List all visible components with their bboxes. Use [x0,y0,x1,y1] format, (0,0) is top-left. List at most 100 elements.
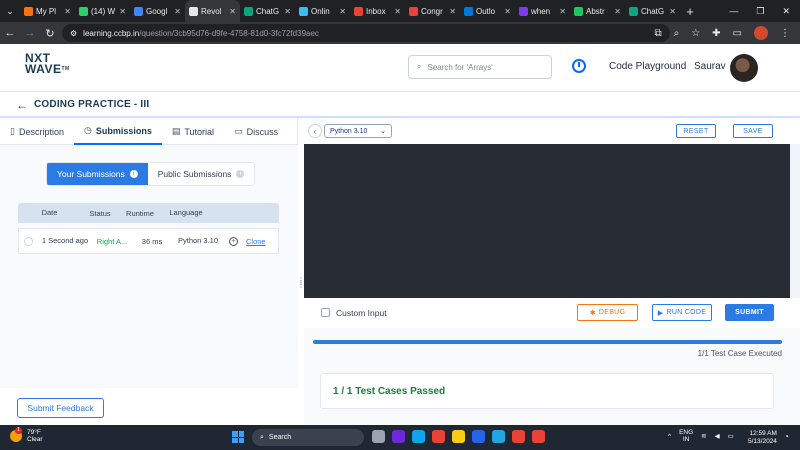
debug-button[interactable]: ✱ DEBUG [577,304,638,321]
tab-submissions[interactable]: ◷ Submissions [73,118,162,145]
back-arrow-icon[interactable]: ← [0,27,20,39]
extensions-icon[interactable]: ✚ [712,28,720,39]
custom-input-checkbox[interactable] [321,308,330,317]
tab-close-icon[interactable]: ✕ [284,7,291,16]
browser-tab[interactable]: Revol ✕ [185,0,240,22]
browser-tab[interactable]: ChatG ✕ [625,0,680,22]
browser-tab[interactable]: Onlin ✕ [295,0,350,22]
tab-close-icon[interactable]: ✕ [559,7,566,16]
sidebar-icon[interactable]: ▭ [733,28,742,39]
code-editor[interactable] [304,144,790,298]
tab-description[interactable]: ▯ Description [0,118,74,145]
your-submissions-button[interactable]: Your Submissions i [47,163,148,185]
volume-icon[interactable]: ◀ [715,432,720,440]
chevron-up-icon[interactable]: ^ [668,433,671,440]
info-icon: i [236,170,245,178]
clone-link[interactable]: Clone [246,237,266,246]
browser-tab[interactable]: Googl ✕ [130,0,185,22]
browser-tab[interactable]: Congr ✕ [405,0,460,22]
user-name[interactable]: Saurav [694,61,726,72]
minimize-icon[interactable]: — [729,6,738,16]
window-controls: — ❐ ✕ [729,0,800,22]
tab-favicon-icon [354,6,363,16]
save-button[interactable]: SAVE [733,124,773,138]
weather-widget[interactable]: 1 79°F Clear [10,427,43,443]
language-indicator[interactable]: ENG IN [679,429,693,443]
browser-tab[interactable]: Inbox ✕ [350,0,405,22]
clock[interactable]: 12:59 AM 5/13/2024 [748,430,777,446]
wifi-icon[interactable]: ≋ [701,432,706,440]
run-code-button[interactable]: ▶ RUN CODE [652,304,712,321]
test-result-text: 1 / 1 Test Cases Passed [333,386,446,397]
bookmark-star-icon[interactable]: ☆ [691,28,700,39]
progress-bar [313,340,782,344]
tab-close-icon[interactable]: ✕ [119,7,126,16]
chrome-icon[interactable] [432,430,445,443]
tab-search-icon[interactable]: ⌄ [0,0,20,22]
tab-close-icon[interactable]: ✕ [64,7,71,16]
task-view-icon[interactable] [372,430,385,443]
code-playground-link[interactable]: Code Playground [609,61,686,72]
profile-avatar[interactable] [754,26,768,40]
nxtwave-logo[interactable]: NXT WAVETM [25,52,75,75]
public-submissions-button[interactable]: Public Submissions i [147,163,255,185]
chevron-left-icon[interactable]: ‹ [308,124,322,138]
restore-icon[interactable]: ❐ [756,6,764,17]
tab-title: Abstr [586,6,605,16]
browser-tab[interactable]: Abstr ✕ [570,0,625,22]
browser-tab[interactable]: ChatG ✕ [240,0,295,22]
url-field[interactable]: ⚙ learning.ccbp.in/question/3cb95d76-d9f… [62,24,670,42]
submit-feedback-button[interactable]: Submit Feedback [17,398,104,418]
tab-close-icon[interactable]: ✕ [394,7,401,16]
custom-input-label: Custom Input [336,308,387,318]
battery-icon[interactable]: ▭ [728,432,734,440]
tab-tutorial[interactable]: ▤ Tutorial [162,118,224,145]
windows-start-icon[interactable] [232,431,244,443]
language-select[interactable]: Python 3.10 ⌄ [324,124,392,138]
close-window-icon[interactable]: ✕ [782,6,790,17]
telegram-icon[interactable] [492,430,505,443]
tab-discuss[interactable]: ▭ Discuss [224,118,288,145]
taskbar-search[interactable]: ⌕ Search [252,429,364,446]
tab-title: ChatG [256,6,280,16]
tab-close-icon[interactable]: ✕ [339,7,346,16]
reload-icon[interactable]: ↻ [40,27,60,40]
tab-favicon-icon [409,6,418,16]
teams-icon[interactable] [392,430,405,443]
tab-close-icon[interactable]: ✕ [229,7,236,16]
tab-close-icon[interactable]: ✕ [449,7,456,16]
expand-icon[interactable]: + [229,236,238,246]
store-icon[interactable] [472,430,485,443]
tab-close-icon[interactable]: ✕ [669,7,676,16]
row-select[interactable] [19,236,37,246]
timer-icon[interactable] [572,59,586,73]
new-tab-button[interactable]: + [680,4,700,19]
chrome-profile-icon[interactable] [512,430,525,443]
zoom-icon[interactable]: ⌕ [674,28,680,39]
browser-menu-icon[interactable]: ⋮ [780,28,790,39]
site-info-icon[interactable]: ⚙ [70,29,77,38]
edge-icon[interactable] [412,430,425,443]
scrollbar[interactable] [790,144,800,298]
column-runtime: Runtime [126,208,154,218]
notification-bell-icon[interactable]: ◔ [784,432,789,441]
browser-tab[interactable]: (14) W ✕ [75,0,130,22]
chrome-profile-2-icon[interactable] [532,430,545,443]
submit-button[interactable]: SUBMIT [725,304,774,321]
tab-close-icon[interactable]: ✕ [504,7,511,16]
tab-close-icon[interactable]: ✕ [614,7,621,16]
cell-actions: + Clone [223,236,278,246]
file-explorer-icon[interactable] [452,430,465,443]
tab-close-icon[interactable]: ✕ [174,7,181,16]
search-input[interactable]: ⌕ Search for 'Arrays' [408,55,552,79]
table-row[interactable]: 1 Second ago Right A... 36 ms Python 3.1… [18,228,279,254]
forward-arrow-icon[interactable]: → [20,27,40,39]
browser-tab[interactable]: when ✕ [515,0,570,22]
submissions-body: Your Submissions i Public Submissions i … [0,145,298,388]
back-arrow-icon[interactable]: ← [16,98,28,112]
reset-button[interactable]: RESET [676,124,716,138]
install-app-icon[interactable]: ⧉ [654,28,661,39]
user-avatar[interactable] [730,54,758,82]
browser-tab[interactable]: Outlo ✕ [460,0,515,22]
browser-tab[interactable]: My Pl ✕ [20,0,75,22]
